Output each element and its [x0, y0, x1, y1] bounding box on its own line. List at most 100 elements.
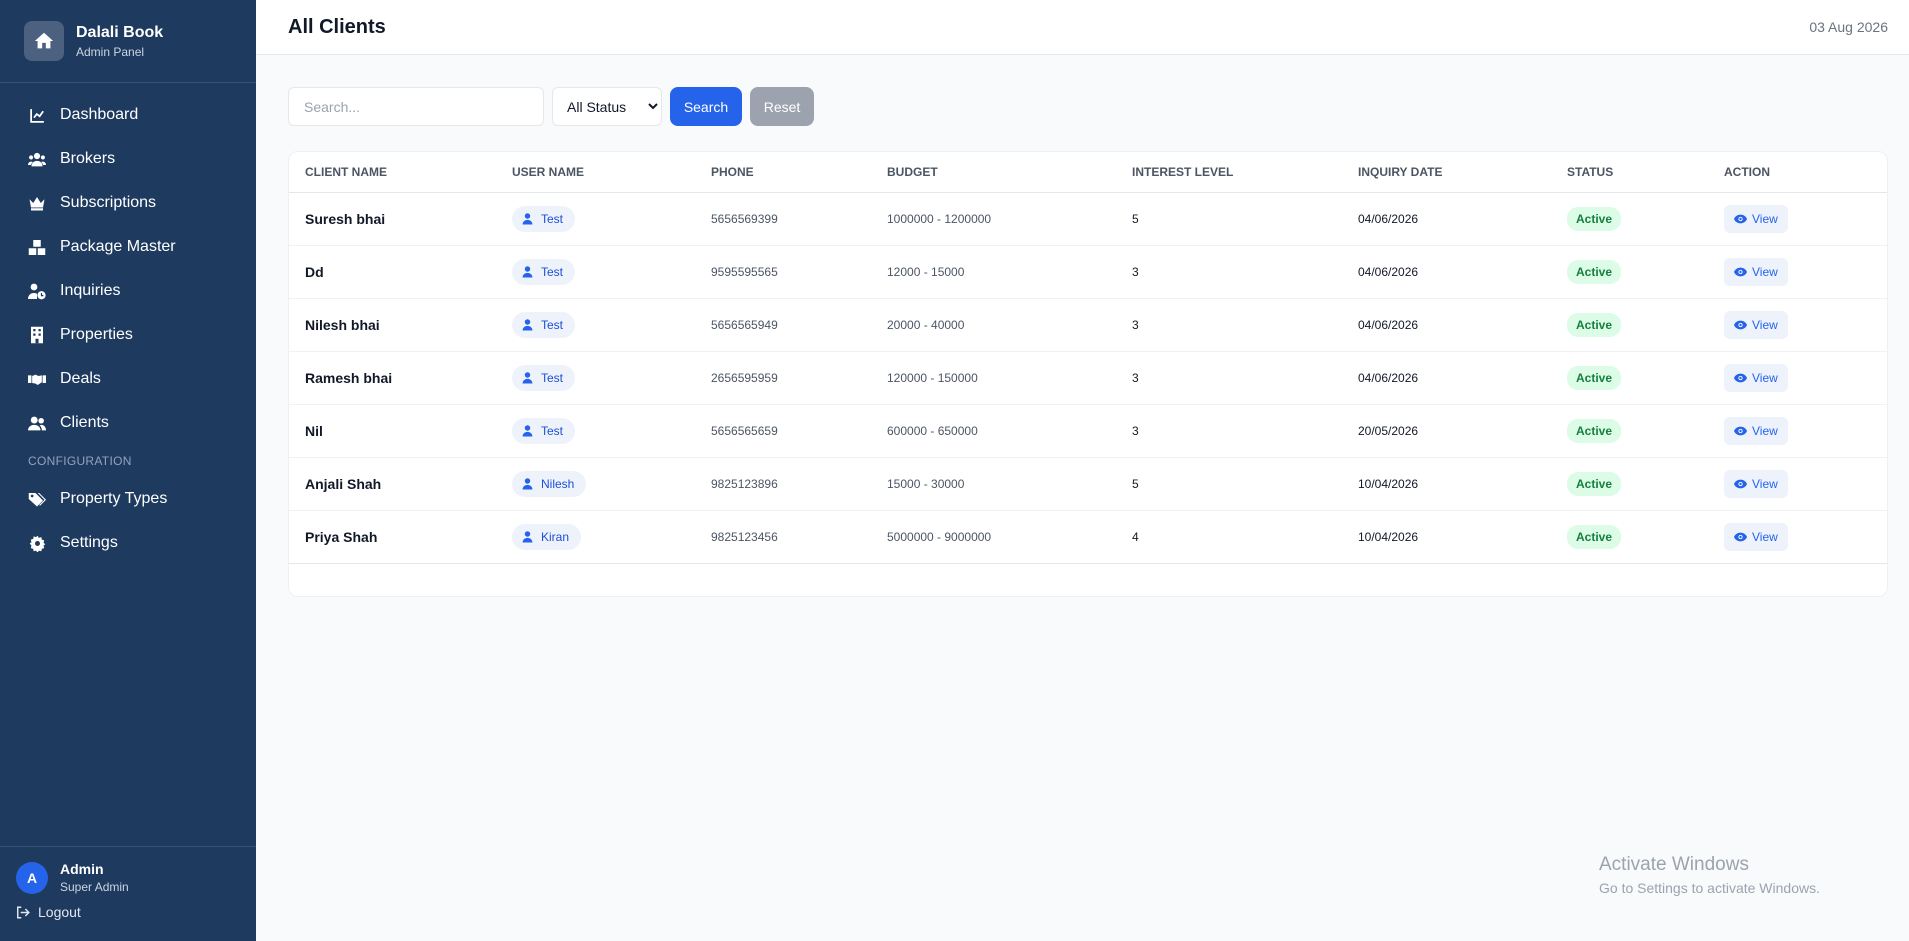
brand-title: Dalali Book	[76, 23, 164, 41]
user-chip[interactable]: Kiran	[512, 523, 582, 550]
view-button[interactable]: View	[1724, 257, 1788, 286]
interest-level-cell: 3	[1116, 404, 1342, 458]
sidebar-item-properties[interactable]: Properties	[0, 313, 256, 357]
budget-cell: 15000 - 30000	[871, 457, 1116, 511]
column-header[interactable]: Interest Level	[1116, 152, 1342, 193]
client-name-cell: Suresh bhai	[289, 192, 496, 246]
crown-icon	[28, 194, 46, 212]
user-name: Admin	[60, 861, 104, 877]
clients-table: Client Name User Name Phone Budget Inter…	[289, 152, 1887, 564]
user-icon	[522, 265, 533, 278]
table-row: Dd Test 9595595565 12000 - 15000 3 04/06/2026…	[289, 245, 1887, 299]
sidebar-item-subscriptions[interactable]: Subscriptions	[0, 181, 256, 225]
reset-button[interactable]: Reset	[750, 87, 814, 126]
user-name-cell: Test	[496, 245, 695, 299]
user-role: Super Admin	[60, 880, 129, 894]
column-header[interactable]: Status	[1551, 152, 1708, 193]
view-button[interactable]: View	[1724, 522, 1788, 551]
watermark-subtitle: Go to Settings to activate Windows.	[1599, 880, 1820, 896]
client-name-cell: Nil	[289, 404, 496, 458]
table-row: Ramesh bhai Test 2656595959 120000 - 150000…	[289, 351, 1887, 405]
action-cell: View	[1708, 298, 1887, 352]
view-label: View	[1752, 476, 1778, 491]
inquiry-date-cell: 10/04/2026	[1342, 510, 1551, 564]
status-select[interactable]: All Status	[552, 87, 662, 126]
sidebar-item-package-master[interactable]: Package Master	[0, 225, 256, 269]
status-cell: Active	[1551, 245, 1708, 299]
sidebar-item-label: Brokers	[60, 150, 116, 167]
sidebar-item-label: Properties	[60, 326, 133, 343]
user-chip-label: Test	[541, 423, 564, 438]
user-icon	[522, 318, 533, 331]
view-button[interactable]: View	[1724, 416, 1788, 445]
user-icon	[522, 212, 533, 225]
budget-cell: 120000 - 150000	[871, 351, 1116, 405]
logout-button[interactable]: Logout	[16, 904, 240, 920]
user-chip[interactable]: Test	[512, 205, 576, 232]
watermark-title: Activate Windows	[1599, 854, 1749, 875]
sidebar-item-clients[interactable]: Clients	[0, 401, 256, 445]
logout-icon	[16, 906, 30, 919]
column-header: Action	[1708, 152, 1887, 193]
eye-icon	[1734, 267, 1747, 277]
eye-icon	[1734, 479, 1747, 489]
user-chip-label: Test	[541, 211, 564, 226]
client-name-cell: Dd	[289, 245, 496, 299]
user-chip[interactable]: Test	[512, 311, 576, 338]
status-badge: Active	[1567, 206, 1622, 231]
sidebar-item-label: Property Types	[60, 490, 168, 507]
view-button[interactable]: View	[1724, 363, 1788, 392]
avatar: A	[16, 861, 48, 894]
client-name-cell: Nilesh bhai	[289, 298, 496, 352]
status-cell: Active	[1551, 298, 1708, 352]
user-profile[interactable]: A Admin Super Admin	[16, 861, 240, 894]
sidebar-item-settings[interactable]: Settings	[0, 521, 256, 565]
user-icon	[522, 530, 533, 543]
user-chip-label: Test	[541, 264, 564, 279]
sidebar-item-label: Clients	[60, 414, 109, 431]
sidebar-item-property-types[interactable]: Property Types	[0, 477, 256, 521]
action-cell: View	[1708, 404, 1887, 458]
view-button[interactable]: View	[1724, 204, 1788, 233]
sidebar-item-dashboard[interactable]: Dashboard	[0, 93, 256, 137]
eye-icon	[1734, 214, 1747, 224]
brand[interactable]: Dalali Book Admin Panel	[0, 0, 256, 83]
column-header[interactable]: Budget	[871, 152, 1116, 193]
interest-level-cell: 3	[1116, 245, 1342, 299]
search-button[interactable]: Search	[670, 87, 742, 126]
chart-line-icon	[28, 106, 46, 124]
user-name-cell: Nilesh	[496, 457, 695, 511]
eye-icon	[1734, 426, 1747, 436]
user-chip-label: Test	[541, 317, 564, 332]
header-date: 03 Aug 2026	[1809, 19, 1888, 35]
view-button[interactable]: View	[1724, 310, 1788, 339]
search-input[interactable]	[288, 87, 544, 126]
client-name-cell: Priya Shah	[289, 510, 496, 564]
sidebar-item-deals[interactable]: Deals	[0, 357, 256, 401]
view-label: View	[1752, 423, 1778, 438]
sidebar-item-label: Subscriptions	[60, 194, 157, 211]
column-header[interactable]: Inquiry Date	[1342, 152, 1551, 193]
view-button[interactable]: View	[1724, 469, 1788, 498]
user-chip[interactable]: Test	[512, 364, 576, 391]
user-chip[interactable]: Test	[512, 417, 576, 444]
inquiry-date-cell: 04/06/2026	[1342, 351, 1551, 405]
windows-activation-watermark: Activate Windows Go to Settings to activ…	[1599, 854, 1820, 896]
user-chip[interactable]: Test	[512, 258, 576, 285]
sidebar-item-label: Dashboard	[60, 106, 139, 123]
table-row: Anjali Shah Nilesh 9825123896 15000 - 30000…	[289, 457, 1887, 511]
status-cell: Active	[1551, 351, 1708, 405]
table-row: Suresh bhai Test 5656569399 1000000 - 12000…	[289, 192, 1887, 246]
eye-icon	[1734, 373, 1747, 383]
column-header[interactable]: User Name	[496, 152, 695, 193]
sidebar-item-brokers[interactable]: Brokers	[0, 137, 256, 181]
interest-level-cell: 5	[1116, 457, 1342, 511]
column-header[interactable]: Client Name	[289, 152, 496, 193]
inquiry-date-cell: 20/05/2026	[1342, 404, 1551, 458]
phone-cell: 9825123896	[695, 457, 871, 511]
user-chip[interactable]: Nilesh	[512, 470, 587, 497]
view-label: View	[1752, 317, 1778, 332]
sidebar-item-inquiries[interactable]: Inquiries	[0, 269, 256, 313]
column-header[interactable]: Phone	[695, 152, 871, 193]
table-body: Suresh bhai Test 5656569399 1000000 - 12000…	[289, 192, 1887, 564]
